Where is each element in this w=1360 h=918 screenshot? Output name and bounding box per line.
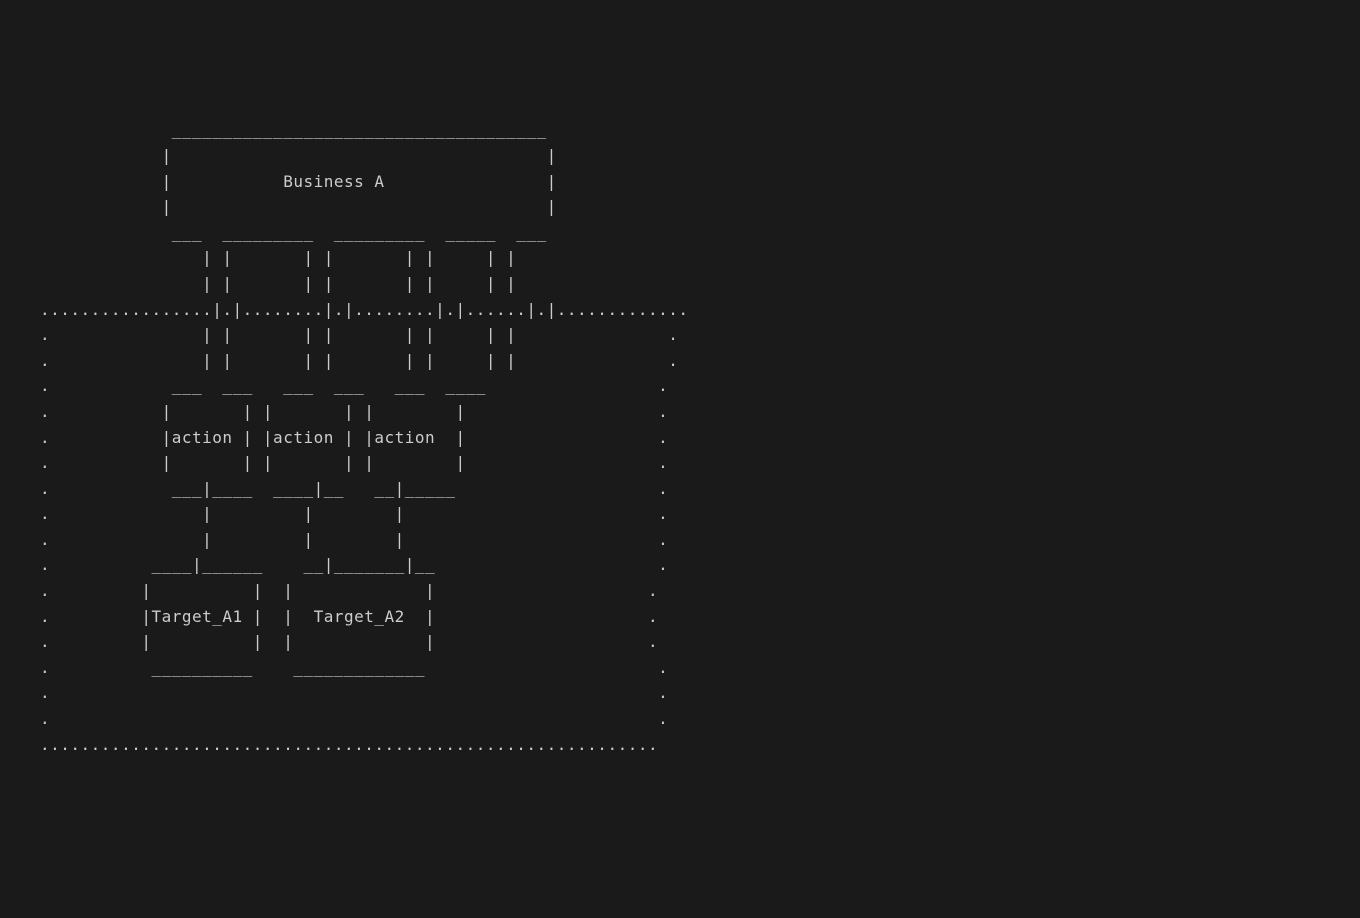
ascii-diagram: _____________________________________ | … (40, 117, 1320, 757)
diagram-line: . | | | | | | | | . (40, 325, 678, 344)
diagram-line: . | | | | . (40, 632, 658, 651)
diagram-line: . | | | . (40, 504, 668, 523)
diagram-line: .................|.|........|.|........|… (40, 300, 689, 319)
diagram-line: | | (40, 197, 557, 216)
diagram-line: . | | | | | | . (40, 402, 668, 421)
diagram-line: ........................................… (40, 735, 658, 754)
diagram-line: . | | | | | | | | . (40, 351, 678, 370)
diagram-line: . . (40, 709, 668, 728)
diagram-line: . |Target_A1 | | Target_A2 | . (40, 607, 658, 626)
diagram-line: . | | | | | | . (40, 453, 668, 472)
diagram-line: _____________________________________ (40, 120, 547, 139)
diagram-line: . ___|____ ____|__ __|_____ . (40, 479, 668, 498)
diagram-line: . . (40, 683, 668, 702)
diagram-line: | | | | | | | | (40, 248, 516, 267)
diagram-line: | | | | | | | | (40, 274, 516, 293)
diagram-line: | | (40, 146, 557, 165)
diagram-line: ___ _________ _________ _____ ___ (40, 223, 547, 242)
diagram-line: | Business A | (40, 172, 557, 191)
diagram-line: . | | | . (40, 530, 668, 549)
diagram-line: . ____|______ __|_______|__ . (40, 555, 668, 574)
diagram-line: . __________ _____________ . (40, 658, 668, 677)
diagram-line: . ___ ___ ___ ___ ___ ____ . (40, 376, 668, 395)
diagram-line: . | | | | . (40, 581, 658, 600)
diagram-line: . |action | |action | |action | . (40, 428, 668, 447)
